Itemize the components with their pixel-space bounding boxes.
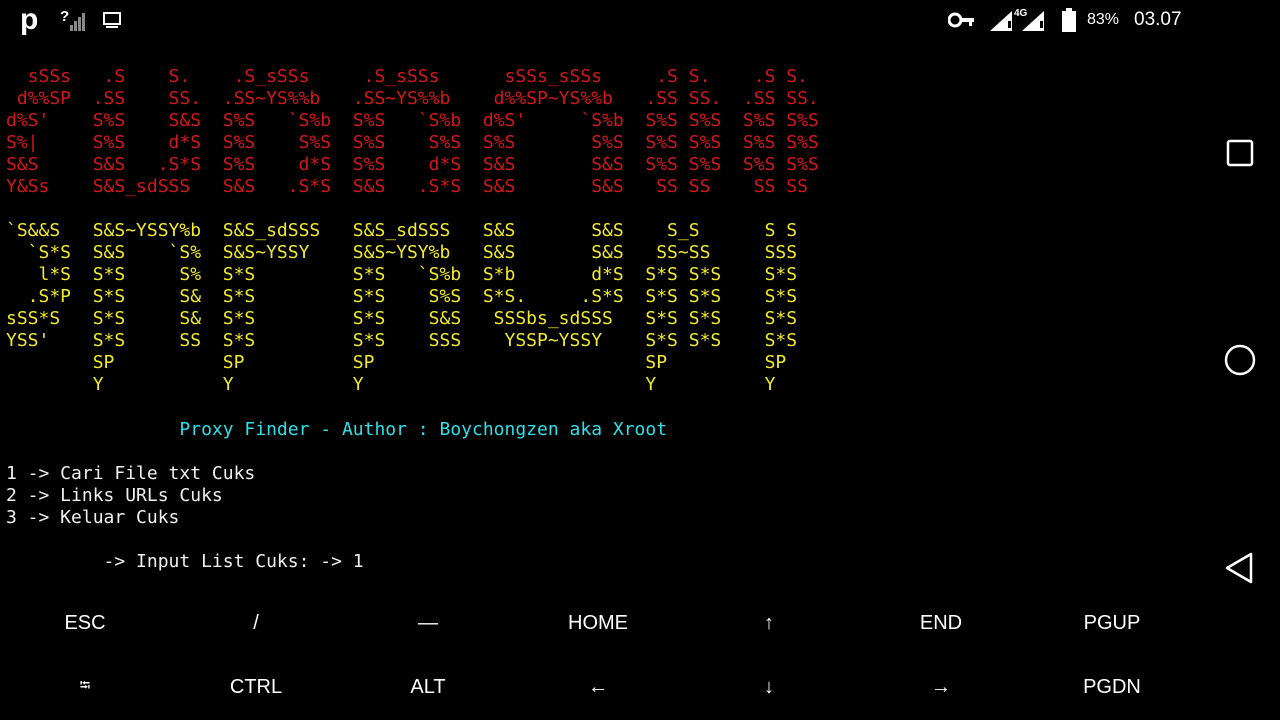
- key-pgdn[interactable]: PGDN: [1037, 657, 1187, 717]
- banner-line: d%%SP .SS SS. .SS~YS%%b .SS~YS%%b d%%SP~…: [6, 88, 819, 109]
- terminal-output[interactable]: sSSs .S S. .S_sSSs .S_sSSs sSSs_sSSs .S …: [0, 66, 1200, 586]
- banner-line: l*S S*S S% S*S S*S `S%b S*b d*S S*S S*S …: [6, 264, 798, 285]
- subtitle-line: Proxy Finder - Author : Boychongzen aka …: [6, 419, 668, 440]
- banner-line: `S*S S&S `S% S&S~YSSY S&S~YSY%b S&S S&S …: [6, 242, 798, 263]
- key-slash[interactable]: /: [181, 593, 331, 653]
- key-pgup[interactable]: PGUP: [1037, 593, 1187, 653]
- home-button[interactable]: [1200, 320, 1280, 400]
- key-ctrl[interactable]: CTRL: [181, 657, 331, 717]
- home-icon: [1224, 344, 1256, 376]
- key-end[interactable]: END: [866, 593, 1016, 653]
- banner-line: sSS*S S*S S& S*S S*S S&S SSSbs_sdSSS S*S…: [6, 308, 798, 329]
- no-signal-question-icon: ?: [60, 0, 86, 40]
- svg-text:4G: 4G: [1014, 8, 1028, 19]
- banner-line: YSS' S*S SS S*S S*S SSS YSSP~YSSY S*S S*…: [6, 330, 798, 351]
- banner-line: sSSs .S S. .S_sSSs .S_sSSs sSSs_sSSs .S …: [6, 66, 808, 87]
- banner-line: SP SP SP SP SP: [6, 352, 787, 373]
- key-home[interactable]: HOME: [523, 593, 673, 653]
- recent-apps-icon: [1226, 139, 1254, 167]
- screen-icon: [102, 0, 122, 40]
- navigation-bar: [1200, 40, 1280, 584]
- key-arrow-right[interactable]: →: [866, 657, 1016, 717]
- svg-text:?: ?: [60, 8, 69, 25]
- key-dash[interactable]: —: [353, 593, 503, 653]
- back-icon: [1225, 552, 1253, 584]
- banner-line: S%| S%S d*S S%S S%S S%S S%S S%S S%S S%S …: [6, 132, 819, 153]
- clock: 03.07: [1134, 9, 1182, 30]
- banner-line: `S&&S S&S~YSSY%b S&S_sdSSS S&S_sdSSS S&S…: [6, 220, 798, 241]
- battery-icon: [1060, 0, 1078, 40]
- extra-keys-bar: ESC / — HOME ↑ END PGUP ⭾ CTRL ALT ← ↓ →…: [0, 590, 1280, 720]
- banner-line: Y Y Y Y Y: [6, 374, 776, 395]
- key-arrow-down[interactable]: ↓: [694, 657, 844, 717]
- banner-line: d%S' S%S S&S S%S `S%b S%S `S%b d%S' `S%b…: [6, 110, 819, 131]
- app-notification-p-icon: p: [20, 3, 39, 36]
- battery-percent: 83%: [1087, 11, 1120, 28]
- key-arrow-up[interactable]: ↑: [694, 593, 844, 653]
- banner-line: S&S S&S .S*S S%S d*S S%S d*S S&S S&S S%S…: [6, 154, 819, 175]
- key-alt[interactable]: ALT: [353, 657, 503, 717]
- signal-4g-icon: 4G: [988, 0, 1048, 40]
- input-prompt: -> Input List Cuks: -> 1: [6, 551, 364, 572]
- key-arrow-left[interactable]: ←: [523, 657, 673, 717]
- banner-line: Y&Ss S&S_sdSSS S&S .S*S S&S .S*S S&S S&S…: [6, 176, 808, 197]
- banner-line: .S*P S*S S& S*S S*S S%S S*S. .S*S S*S S*…: [6, 286, 798, 307]
- vpn-key-icon: [948, 0, 976, 40]
- key-esc[interactable]: ESC: [10, 593, 160, 653]
- recent-apps-button[interactable]: [1200, 113, 1280, 193]
- menu-item: 2 -> Links URLs Cuks: [6, 485, 223, 506]
- status-bar: p ? 4G 83% 03.07: [0, 0, 1280, 40]
- key-tab[interactable]: ⭾: [10, 657, 160, 717]
- menu-item: 1 -> Cari File txt Cuks: [6, 463, 256, 484]
- menu-item: 3 -> Keluar Cuks: [6, 507, 180, 528]
